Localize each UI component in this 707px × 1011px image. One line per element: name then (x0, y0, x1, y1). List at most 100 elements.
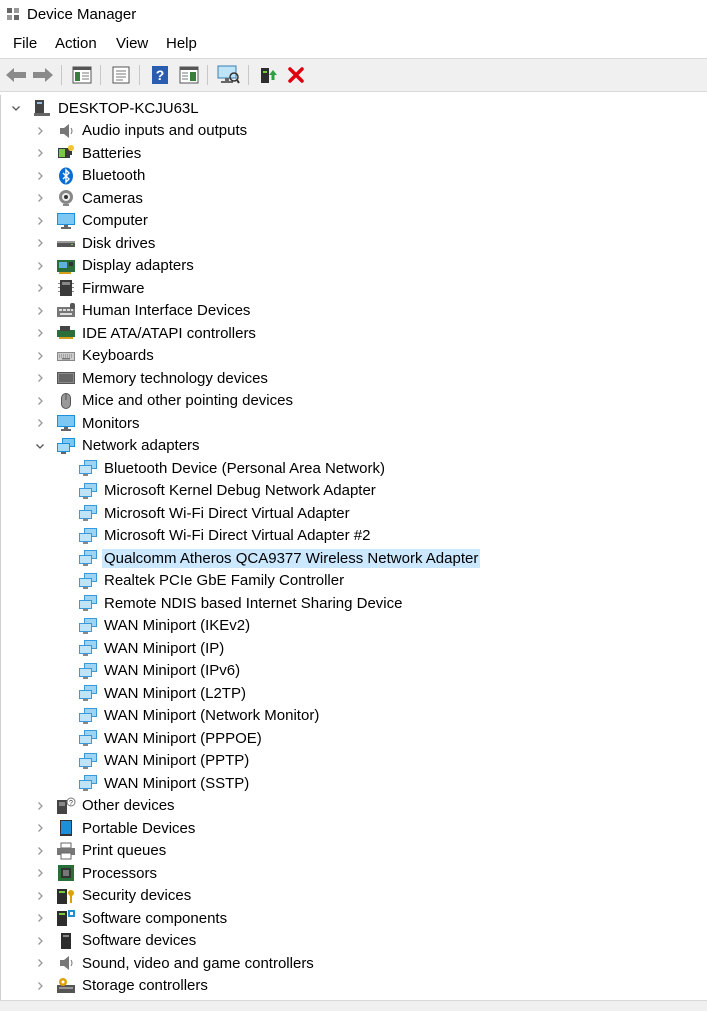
tree-category-audio-inputs-and-outputs[interactable]: Audio inputs and outputs (34, 120, 249, 142)
tree-category-security-devices[interactable]: Security devices (34, 885, 193, 907)
svg-text:?: ? (69, 800, 73, 807)
tree-category-storage-controllers[interactable]: Storage controllers (34, 975, 210, 997)
tree-category-processors[interactable]: Processors (34, 862, 159, 884)
tree-category-network-adapters[interactable]: Network adapters (34, 435, 202, 457)
tree-category-portable-devices[interactable]: Portable Devices (34, 817, 197, 839)
menu-help[interactable]: Help (166, 35, 197, 52)
tree-category-mice-and-other-pointing-devices[interactable]: Mice and other pointing devices (34, 390, 295, 412)
tree-category-display-adapters[interactable]: Display adapters (34, 255, 196, 277)
tree-device-microsoft-wi-fi-direct-virtual-adapter-2[interactable]: Microsoft Wi-Fi Direct Virtual Adapter #… (78, 525, 372, 547)
chevron-down-icon[interactable] (10, 97, 22, 119)
toolbar-separator (61, 65, 62, 85)
tree-category-print-queues[interactable]: Print queues (34, 840, 168, 862)
tree-category-software-components[interactable]: Software components (34, 907, 229, 929)
chevron-right-icon[interactable] (34, 817, 46, 839)
tree-category-firmware[interactable]: Firmware (34, 277, 147, 299)
tree-item-label: Microsoft Kernel Debug Network Adapter (104, 482, 376, 499)
tree-category-other-devices[interactable]: ? Other devices (34, 795, 177, 817)
tree-category-bluetooth[interactable]: Bluetooth (34, 165, 147, 187)
tree-category-sound-video-and-game-controllers[interactable]: Sound, video and game controllers (34, 952, 316, 974)
chevron-right-icon[interactable] (34, 300, 46, 322)
tree-item-label: Storage controllers (82, 977, 208, 994)
tree-device-microsoft-kernel-debug-network-adapter[interactable]: Microsoft Kernel Debug Network Adapter (78, 480, 378, 502)
chevron-right-icon[interactable] (34, 255, 46, 277)
scan-hardware-changes-button[interactable] (216, 64, 240, 86)
tree-device-wan-miniport-l2tp[interactable]: WAN Miniport (L2TP) (78, 682, 248, 704)
chevron-right-icon[interactable] (34, 142, 46, 164)
chevron-right-icon[interactable] (34, 232, 46, 254)
mouse-icon (56, 392, 76, 410)
tree-device-wan-miniport-ikev2[interactable]: WAN Miniport (IKEv2) (78, 615, 252, 637)
tree-item-label: Qualcomm Atheros QCA9377 Wireless Networ… (102, 548, 481, 568)
chevron-right-icon[interactable] (34, 930, 46, 952)
tree-category-software-devices[interactable]: Software devices (34, 930, 198, 952)
chevron-right-icon[interactable] (34, 862, 46, 884)
chevron-down-icon[interactable] (34, 435, 46, 457)
tree-category-cameras[interactable]: Cameras (34, 187, 145, 209)
tree-device-wan-miniport-ipv6[interactable]: WAN Miniport (IPv6) (78, 660, 242, 682)
update-driver-button[interactable] (256, 64, 280, 86)
tree-category-disk-drives[interactable]: Disk drives (34, 232, 157, 254)
show-hide-console-tree-button[interactable] (70, 64, 94, 86)
tree-category-human-interface-devices[interactable]: Human Interface Devices (34, 300, 252, 322)
tree-category-batteries[interactable]: Batteries (34, 142, 143, 164)
chevron-right-icon[interactable] (34, 165, 46, 187)
computer-icon (56, 212, 76, 230)
tree-device-wan-miniport-sstp[interactable]: WAN Miniport (SSTP) (78, 772, 251, 794)
tree-root-computer[interactable]: DESKTOP-KCJU63L (10, 97, 201, 119)
chevron-right-icon[interactable] (34, 840, 46, 862)
chevron-right-icon[interactable] (34, 412, 46, 434)
back-button[interactable] (4, 64, 28, 86)
uninstall-device-button[interactable] (284, 64, 308, 86)
speaker-icon (56, 122, 76, 140)
tree-device-remote-ndis-based-internet-sharing-device[interactable]: Remote NDIS based Internet Sharing Devic… (78, 592, 404, 614)
tree-device-wan-miniport-ip[interactable]: WAN Miniport (IP) (78, 637, 226, 659)
chevron-right-icon[interactable] (34, 795, 46, 817)
tree-item-label: Portable Devices (82, 819, 196, 837)
tree-device-qualcomm-atheros-qca9377-wireless-network-adapter[interactable]: Qualcomm Atheros QCA9377 Wireless Networ… (78, 547, 481, 569)
tree-item-label: Processors (82, 864, 158, 882)
chevron-right-icon[interactable] (34, 367, 46, 389)
tree-item-label: WAN Miniport (SSTP) (104, 774, 250, 792)
tree-category-monitors[interactable]: Monitors (34, 412, 142, 434)
tree-device-wan-miniport-pptp[interactable]: WAN Miniport (PPTP) (78, 750, 251, 772)
chevron-right-icon[interactable] (34, 345, 46, 367)
network-child-icon (78, 504, 98, 522)
tree-item-label: Firmware (82, 279, 145, 297)
menu-action[interactable]: Action (55, 35, 97, 52)
tree-category-memory-technology-devices[interactable]: Memory technology devices (34, 367, 270, 389)
chevron-right-icon[interactable] (34, 975, 46, 997)
chevron-right-icon[interactable] (34, 907, 46, 929)
other-devices-icon: ? (56, 797, 76, 815)
action-pane-button[interactable] (177, 64, 201, 86)
chevron-right-icon[interactable] (34, 885, 46, 907)
tree-category-keyboards[interactable]: Keyboards (34, 345, 156, 367)
chevron-right-icon[interactable] (34, 322, 46, 344)
device-tree[interactable]: DESKTOP-KCJU63L Audio inputs and outputs B… (0, 95, 706, 1000)
tree-item-label: Keyboards (82, 347, 154, 364)
tree-category-ide-ata-atapi-controllers[interactable]: IDE ATA/ATAPI controllers (34, 322, 258, 344)
tree-device-wan-miniport-pppoe[interactable]: WAN Miniport (PPPOE) (78, 727, 264, 749)
tree-item-label: Disk drives (82, 234, 156, 252)
menu-view[interactable]: View (116, 35, 148, 52)
chevron-right-icon[interactable] (34, 952, 46, 974)
tree-device-bluetooth-device-personal-area-network[interactable]: Bluetooth Device (Personal Area Network) (78, 457, 387, 479)
chevron-right-icon[interactable] (34, 210, 46, 232)
chevron-right-icon[interactable] (34, 187, 46, 209)
tree-device-realtek-pcie-gbe-family-controller[interactable]: Realtek PCIe GbE Family Controller (78, 570, 346, 592)
chevron-right-icon[interactable] (34, 120, 46, 142)
network-child-icon (78, 774, 98, 792)
forward-button[interactable] (31, 64, 55, 86)
tree-device-microsoft-wi-fi-direct-virtual-adapter[interactable]: Microsoft Wi-Fi Direct Virtual Adapter (78, 502, 352, 524)
network-child-icon (78, 752, 98, 770)
help-button[interactable]: ? (148, 64, 172, 86)
chevron-right-icon[interactable] (34, 277, 46, 299)
chevron-right-icon[interactable] (34, 390, 46, 412)
tree-category-computer[interactable]: Computer (34, 210, 150, 232)
properties-button[interactable] (109, 64, 133, 86)
help-icon: ? (152, 66, 168, 84)
tree-item-label: Remote NDIS based Internet Sharing Devic… (104, 594, 403, 612)
menu-file[interactable]: File (13, 35, 37, 52)
sound-controller-icon (56, 954, 76, 972)
tree-device-wan-miniport-network-monitor[interactable]: WAN Miniport (Network Monitor) (78, 705, 321, 727)
